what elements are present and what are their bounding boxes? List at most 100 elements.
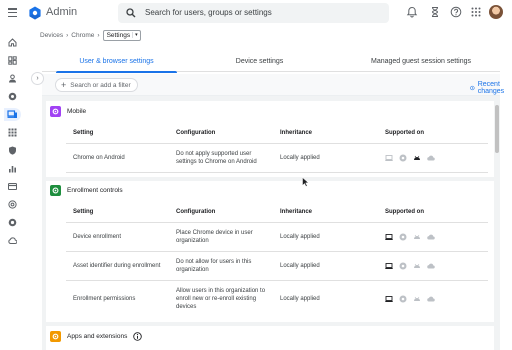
storage-icon[interactable]: [7, 236, 18, 247]
gear-icon: [50, 105, 61, 117]
filter-placeholder: Search or add a filter: [70, 81, 131, 89]
mouse-cursor-icon: [302, 177, 309, 187]
reports-icon[interactable]: [7, 164, 18, 175]
app-title[interactable]: Admin: [46, 6, 77, 18]
column-setting: Setting: [73, 129, 94, 136]
chrome-icon[interactable]: [7, 92, 18, 103]
chrome-browser-icon: [399, 295, 407, 303]
recent-changes-link[interactable]: Recent changes: [470, 81, 507, 95]
breadcrumb-separator: ›: [66, 31, 69, 39]
android-icon: [414, 234, 420, 239]
settings-tabs: User & browser settings Device settings …: [42, 50, 500, 73]
breadcrumb-devices[interactable]: Devices: [40, 32, 63, 39]
table-row[interactable]: Asset identifier during enrollment Do no…: [66, 252, 488, 281]
scrollbar[interactable]: [494, 96, 500, 350]
android-icon: [414, 263, 420, 268]
billing-icon[interactable]: [7, 182, 18, 193]
setting-name: Chrome on Android: [73, 155, 125, 161]
supported-platforms: [385, 154, 485, 162]
setting-inheritance: Locally applied: [280, 296, 320, 302]
enrollment-icon: [50, 184, 61, 196]
laptop-icon: [385, 234, 393, 240]
top-bar: Admin Search for users, groups or settin…: [0, 0, 512, 26]
tab-managed-guest-session-settings[interactable]: Managed guest session settings: [352, 50, 490, 72]
info-icon[interactable]: [133, 331, 143, 341]
setting-inheritance: Locally applied: [280, 234, 320, 240]
column-configuration: Configuration: [176, 129, 216, 136]
search-filter-input[interactable]: + Search or add a filter: [55, 78, 138, 92]
cloud-icon: [427, 155, 435, 161]
chrome-browser-icon: [399, 154, 407, 162]
hourglass-icon[interactable]: [429, 6, 441, 18]
plus-icon: +: [61, 79, 67, 90]
search-box[interactable]: Search for users, groups or settings: [118, 3, 389, 23]
account-icon[interactable]: [7, 200, 18, 211]
home-icon[interactable]: [7, 38, 18, 49]
chrome-browser-icon: [399, 262, 407, 270]
android-icon: [414, 155, 420, 160]
apps-icon[interactable]: [7, 128, 18, 139]
settings-content: Mobile Setting Configuration Inheritance…: [42, 96, 494, 350]
expand-panel-button[interactable]: ›: [31, 72, 44, 85]
chrome-browser-icon: [399, 233, 407, 241]
setting-inheritance: Locally applied: [280, 263, 320, 269]
setting-configuration: Do not apply supported user settings to …: [176, 151, 257, 165]
users-icon[interactable]: [7, 74, 18, 85]
section-header-mobile[interactable]: Mobile: [50, 104, 86, 118]
breadcrumb-chrome[interactable]: Chrome: [71, 32, 94, 39]
table-row[interactable]: Chrome on Android Do not apply supported…: [66, 144, 488, 173]
laptop-icon: [385, 263, 393, 269]
section-title: Apps and extensions: [67, 332, 128, 340]
bell-icon[interactable]: [406, 6, 418, 18]
avatar[interactable]: [489, 5, 503, 19]
setting-name: Asset identifier during enrollment: [73, 263, 161, 269]
table-row[interactable]: Device enrollment Place Chrome device in…: [66, 223, 488, 252]
breadcrumb-settings-dropdown[interactable]: Settings ▾: [102, 29, 141, 41]
section-header-enrollment-controls[interactable]: Enrollment controls: [50, 183, 123, 197]
tab-label: User & browser settings: [79, 57, 154, 65]
tab-user-browser-settings[interactable]: User & browser settings: [56, 50, 177, 73]
supported-platforms: [385, 233, 485, 241]
cloud-icon: [427, 296, 435, 302]
section-title: Mobile: [67, 107, 87, 115]
section-card-mobile: Mobile Setting Configuration Inheritance…: [46, 101, 494, 177]
setting-configuration: Allow users in this organization to enro…: [176, 288, 266, 310]
rules-icon[interactable]: [7, 218, 18, 229]
table-header-row: Setting Configuration Inheritance Suppor…: [66, 122, 488, 144]
main-menu-icon[interactable]: [8, 8, 17, 17]
setting-name: Enrollment permissions: [73, 296, 136, 302]
admin-logo-icon: [29, 6, 41, 20]
setting-name: Device enrollment: [73, 234, 122, 240]
section-title: Enrollment controls: [67, 186, 123, 194]
scrollbar-thumb[interactable]: [495, 105, 499, 153]
section-card-enrollment-controls: Enrollment controls Setting Configuratio…: [46, 181, 494, 322]
supported-platforms: [385, 262, 485, 270]
android-icon: [414, 296, 420, 301]
tab-label: Device settings: [235, 57, 284, 65]
column-supported-on: Supported on: [385, 208, 424, 215]
help-icon[interactable]: [450, 6, 462, 18]
section-header-apps-extensions[interactable]: Apps and extensions: [50, 329, 143, 343]
tab-device-settings[interactable]: Device settings: [217, 50, 302, 72]
table-row[interactable]: Enrollment permissions Allow users in th…: [66, 281, 488, 317]
recent-changes-label: Recent changes: [477, 81, 505, 95]
devices-icon[interactable]: [4, 108, 21, 121]
setting-inheritance: Locally applied: [280, 155, 320, 161]
cloud-icon: [427, 234, 435, 240]
search-input[interactable]: Search for users, groups or settings: [145, 8, 272, 17]
cloud-icon: [427, 263, 435, 269]
column-setting: Setting: [73, 208, 94, 215]
section-card-apps-extensions: Apps and extensions: [46, 326, 494, 350]
supported-platforms: [385, 295, 485, 303]
search-icon: [126, 8, 136, 18]
column-inheritance: Inheritance: [280, 129, 313, 136]
column-inheritance: Inheritance: [280, 208, 313, 215]
column-supported-on: Supported on: [385, 129, 424, 136]
chevron-down-icon: ▾: [132, 32, 138, 38]
dashboard-icon[interactable]: [7, 56, 18, 67]
breadcrumb: Devices › Chrome › Settings ▾: [40, 29, 141, 41]
apps-grid-icon[interactable]: [470, 6, 482, 18]
security-icon[interactable]: [7, 146, 18, 157]
setting-configuration: Do not allow for users in this organizat…: [176, 259, 252, 273]
table-header-row: Setting Configuration Inheritance Suppor…: [66, 201, 488, 223]
